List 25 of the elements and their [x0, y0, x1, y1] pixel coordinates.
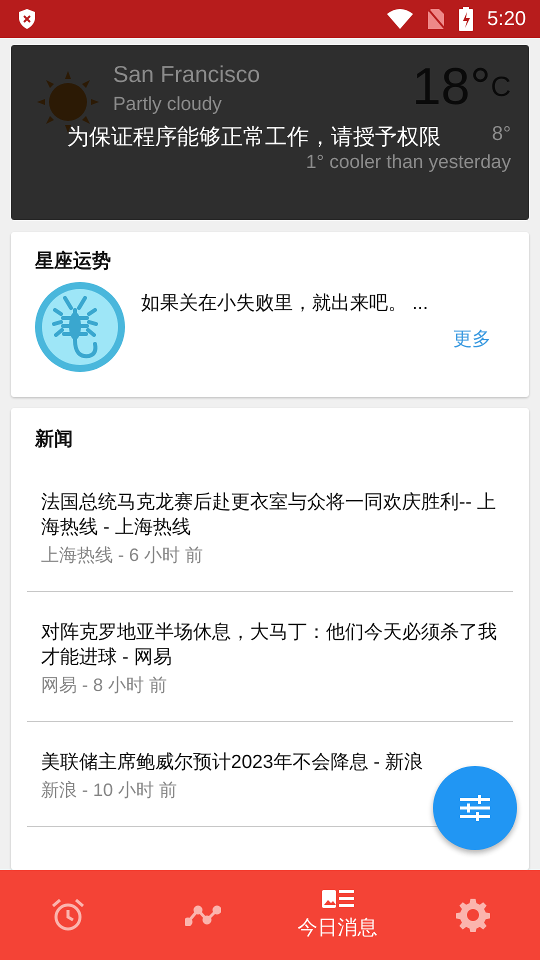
battery-icon: [459, 7, 474, 31]
temperature-comparison: 1° cooler than yesterday: [306, 152, 511, 174]
horoscope-title: 星座运势: [35, 250, 112, 274]
no-sim-icon: [427, 8, 446, 30]
scorpion-icon: [35, 282, 125, 372]
sliders-icon: [460, 795, 490, 821]
settings-icon: [456, 898, 490, 932]
article-icon: [322, 890, 354, 908]
news-headline[interactable]: 对阵克罗地亚半场休息，大马丁：他们今天必须杀了我才能进球 - 网易: [41, 620, 499, 670]
wifi-icon: [387, 9, 414, 29]
low-temperature: 8°: [492, 123, 511, 146]
permission-message: 为保证程序能够正常工作，请授予权限: [67, 125, 441, 149]
news-source-time: 新浪 - 10 小时 前: [41, 779, 178, 802]
status-time: 5:20: [487, 8, 526, 30]
news-source-time: 上海热线 - 6 小时 前: [41, 544, 204, 567]
city-name: San Francisco: [113, 61, 262, 88]
news-source-time: 网易 - 8 小时 前: [41, 674, 168, 697]
news-headline[interactable]: 法国总统马克龙赛后赴更衣室与众将一同欢庆胜利-- 上海热线 - 上海热线: [41, 490, 499, 540]
line-chart-icon: [184, 904, 220, 926]
alarm-clock-icon: [50, 898, 84, 932]
news-headline[interactable]: 美联储主席鲍威尔预计2023年不会降息 - 新浪: [41, 750, 499, 775]
weather-condition: Partly cloudy: [113, 94, 223, 116]
shield-icon: [18, 8, 36, 30]
horoscope-text: 如果关在小失败里，就出来吧。 ...: [141, 292, 430, 316]
news-title: 新闻: [35, 428, 74, 452]
